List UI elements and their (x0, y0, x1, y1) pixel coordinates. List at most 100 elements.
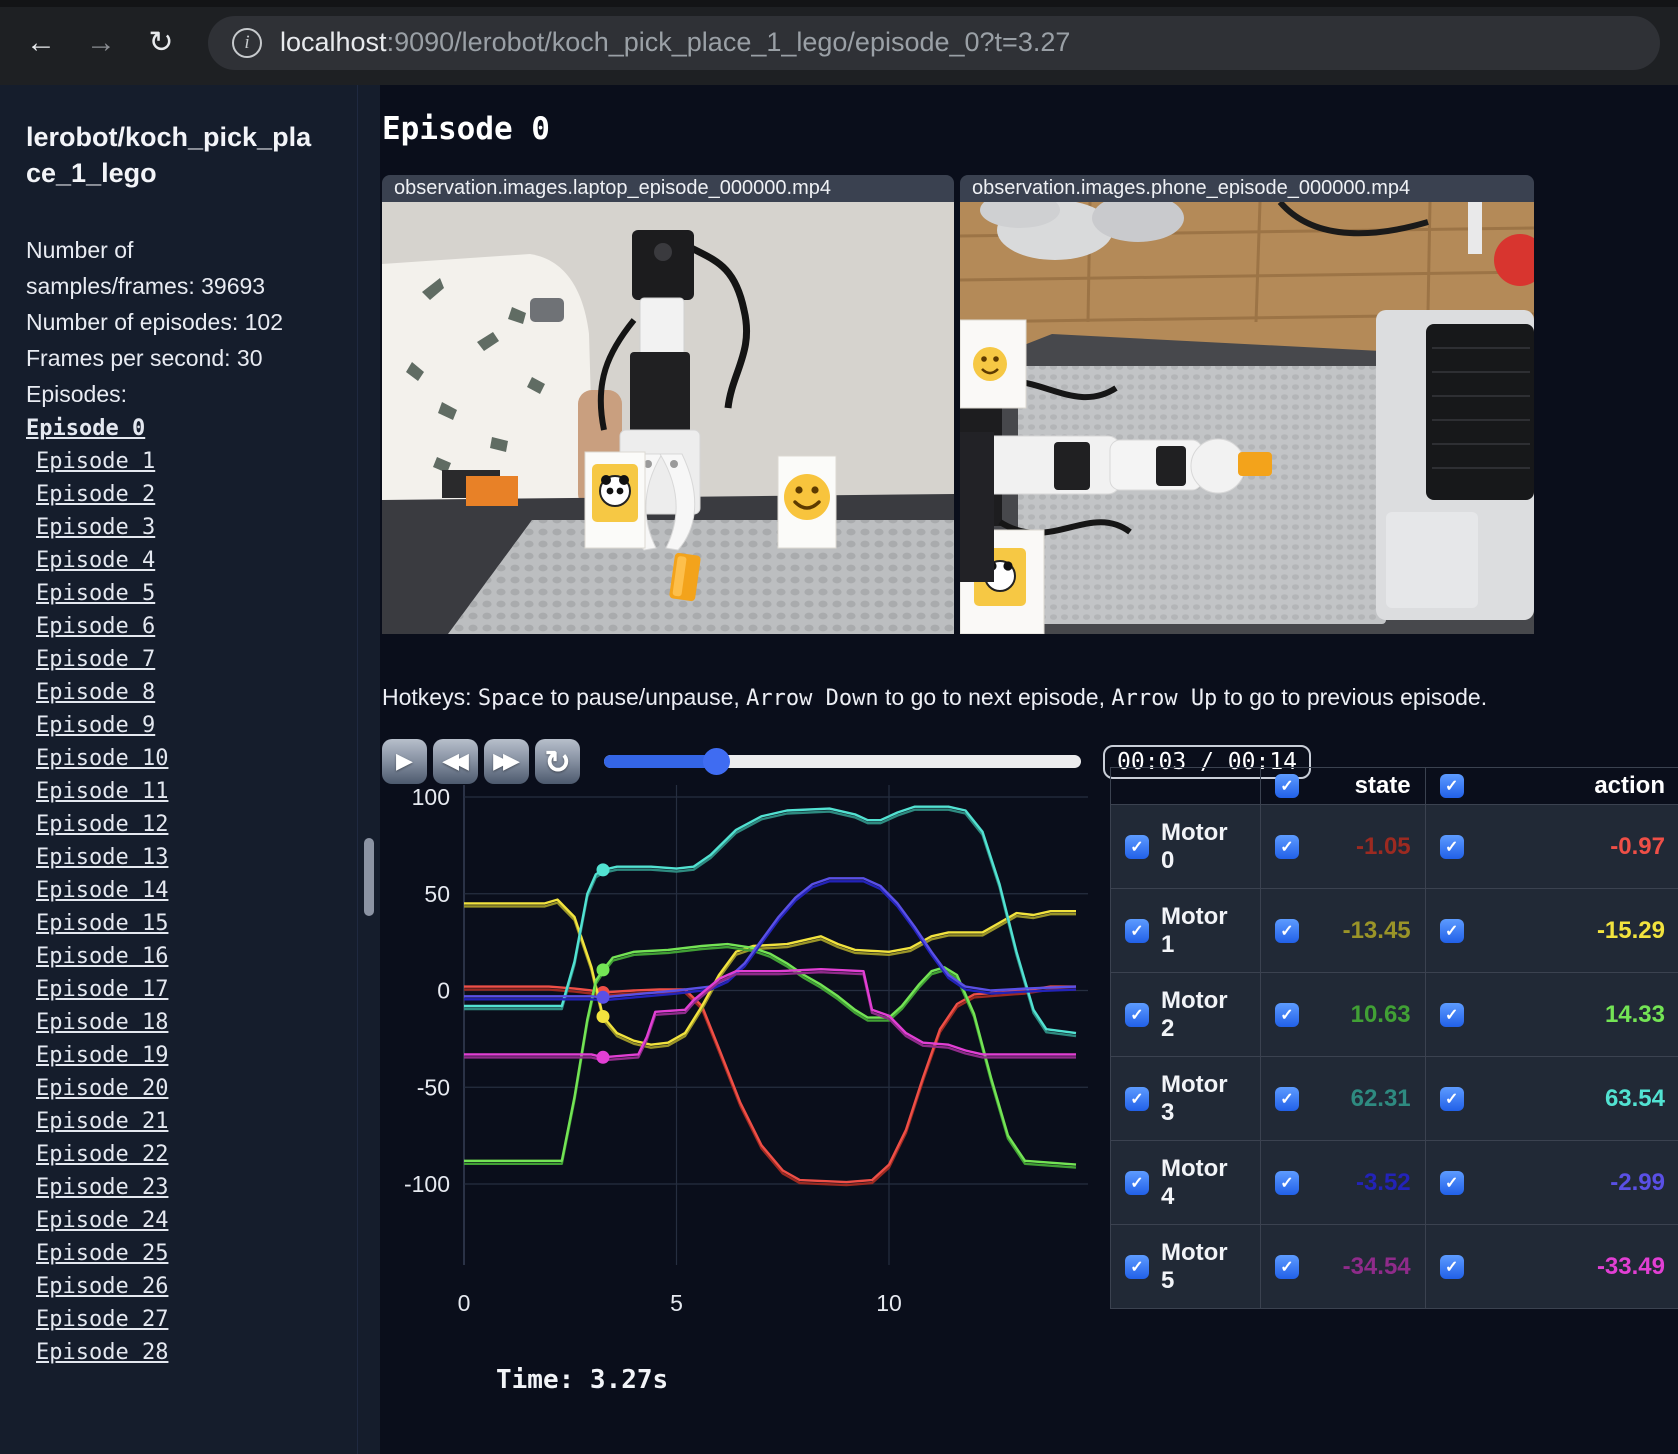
sidebar-item-episode-3[interactable]: Episode 3 (36, 511, 380, 544)
sidebar-item-episode-28[interactable]: Episode 28 (36, 1336, 380, 1369)
action-column-checkbox[interactable]: ✓ (1439, 774, 1464, 798)
sidebar-scrollbar-track[interactable] (357, 85, 380, 1454)
smiley-box-top (960, 319, 1027, 409)
motor-checkbox[interactable]: ✓ (1125, 834, 1149, 859)
state-column-checkbox[interactable]: ✓ (1274, 774, 1299, 798)
sidebar-item-episode-24[interactable]: Episode 24 (36, 1204, 380, 1237)
sidebar-item-episode-16[interactable]: Episode 16 (36, 940, 380, 973)
site-info-icon[interactable]: i (232, 27, 262, 58)
browser-toolbar: ← → ↻ i localhost:9090/lerobot/koch_pick… (0, 0, 1678, 85)
motor-state-value: 62.31 (1350, 1084, 1411, 1112)
play-button[interactable]: ▶ (382, 739, 427, 784)
sidebar-item-episode-22[interactable]: Episode 22 (36, 1138, 380, 1171)
stat-line: Number of (26, 236, 134, 263)
sidebar-item-episode-2[interactable]: Episode 2 (36, 478, 380, 511)
current-time-marker-motor-3 (596, 863, 610, 877)
episode-list: Episode 0 Episode 1 Episode 2 Episode 3 Epis… (26, 412, 380, 1369)
sidebar-item-episode-11[interactable]: Episode 11 (36, 775, 380, 808)
motor-action-value: -2.99 (1610, 1168, 1665, 1196)
motor-checkbox[interactable]: ✓ (1125, 1170, 1149, 1195)
sidebar-item-episode-5[interactable]: Episode 5 (36, 577, 380, 610)
current-time-marker-motor-1 (596, 1010, 610, 1023)
motor-label: Motor 3 (1161, 1070, 1228, 1126)
motor-state-checkbox[interactable]: ✓ (1274, 1002, 1299, 1027)
motor-checkbox[interactable]: ✓ (1125, 1002, 1149, 1027)
sidebar-item-episode-7[interactable]: Episode 7 (36, 643, 380, 676)
video-frame-phone (960, 202, 1534, 634)
motor-action-value: 63.54 (1604, 1084, 1665, 1112)
seek-slider[interactable] (604, 748, 1081, 775)
action-column-label: action (1594, 772, 1665, 799)
motor-state-checkbox[interactable]: ✓ (1274, 1086, 1299, 1111)
url-path: :9090/lerobot/koch_pick_place_1_lego/epi… (386, 27, 1071, 57)
back-icon[interactable]: ← (18, 20, 64, 66)
current-time-marker-motor-2 (596, 963, 610, 977)
motor-action-checkbox[interactable]: ✓ (1439, 1254, 1464, 1279)
smiley-box (777, 455, 837, 549)
motor-state-checkbox[interactable]: ✓ (1274, 1170, 1299, 1195)
chart-line-motor-4-action (464, 877, 1077, 999)
motor-state-checkbox[interactable]: ✓ (1274, 1254, 1299, 1279)
motor-state-value: 10.63 (1350, 1000, 1411, 1028)
seek-thumb[interactable] (703, 748, 731, 775)
sidebar-item-episode-4[interactable]: Episode 4 (36, 544, 380, 577)
reload-icon[interactable]: ↻ (138, 20, 184, 66)
video-label-laptop: observation.images.laptop_episode_000000… (382, 175, 954, 202)
sidebar-item-episode-12[interactable]: Episode 12 (36, 808, 380, 841)
chart-line-motor-5-state (464, 970, 1076, 1062)
motor-action-checkbox[interactable]: ✓ (1439, 834, 1464, 859)
motor-checkbox[interactable]: ✓ (1125, 1086, 1149, 1111)
stat-line: samples/frames: 39693 (26, 272, 266, 299)
motor-action-checkbox[interactable]: ✓ (1439, 918, 1464, 943)
forward-icon[interactable]: → (78, 20, 124, 66)
y-tick-label: 0 (437, 978, 450, 1004)
sidebar-item-episode-1[interactable]: Episode 1 (36, 445, 380, 478)
motor-state-checkbox[interactable]: ✓ (1274, 918, 1299, 943)
motor-row: ✓ Motor 0 ✓ -1.05 ✓ -0.97 (1110, 804, 1678, 889)
sidebar-item-episode-18[interactable]: Episode 18 (36, 1006, 380, 1039)
motor-checkbox[interactable]: ✓ (1125, 1254, 1149, 1279)
state-column-label: state (1354, 772, 1411, 799)
fast-forward-icon: ▶▶ (493, 749, 520, 774)
chart-line-motor-3-state (464, 808, 1077, 1038)
address-bar[interactable]: i localhost:9090/lerobot/koch_pick_place… (208, 15, 1660, 70)
dataset-title: lerobot/koch_pick_place_1_lego (26, 122, 312, 188)
motor-checkbox[interactable]: ✓ (1125, 918, 1149, 943)
sidebar-item-episode-23[interactable]: Episode 23 (36, 1171, 380, 1204)
sidebar-item-episode-15[interactable]: Episode 15 (36, 907, 380, 940)
rewind-button[interactable]: ◀◀ (433, 739, 478, 784)
lerobot-visualizer-window: ← → ↻ i localhost:9090/lerobot/koch_pick… (0, 0, 1678, 1454)
sidebar-item-episode-27[interactable]: Episode 27 (36, 1303, 380, 1336)
sidebar-scrollbar-thumb[interactable] (364, 838, 374, 916)
motor-action-value: -33.49 (1596, 1252, 1665, 1280)
motor-table: ✓ state ✓ action ✓ Motor 0 ✓ -1.05 ✓ -0.97 ✓ Moto… (1110, 767, 1678, 1309)
y-tick-label: 100 (412, 784, 450, 810)
sidebar-item-episode-8[interactable]: Episode 8 (36, 676, 380, 709)
sidebar-item-episode-0[interactable]: Episode 0 (26, 412, 380, 445)
sidebar-item-episode-6[interactable]: Episode 6 (36, 610, 380, 643)
sidebar-item-episode-25[interactable]: Episode 25 (36, 1237, 380, 1270)
sidebar-item-episode-9[interactable]: Episode 9 (36, 709, 380, 742)
fast-forward-button[interactable]: ▶▶ (484, 739, 529, 784)
laptop (1376, 310, 1534, 620)
motor-action-checkbox[interactable]: ✓ (1439, 1002, 1464, 1027)
motor-action-checkbox[interactable]: ✓ (1439, 1170, 1464, 1195)
motor-row: ✓ Motor 4 ✓ -3.52 ✓ -2.99 (1110, 1140, 1678, 1225)
y-tick-label: -100 (404, 1171, 450, 1197)
motor-row: ✓ Motor 3 ✓ 62.31 ✓ 63.54 (1110, 1056, 1678, 1141)
sidebar-item-episode-21[interactable]: Episode 21 (36, 1105, 380, 1138)
loop-button[interactable]: ↻ (535, 739, 580, 784)
sidebar-item-episode-14[interactable]: Episode 14 (36, 874, 380, 907)
main-content: Episode 0 observation.images.laptop_epis… (380, 85, 1678, 1454)
motor-state-checkbox[interactable]: ✓ (1274, 834, 1299, 859)
sidebar-item-episode-26[interactable]: Episode 26 (36, 1270, 380, 1303)
sidebar-item-episode-20[interactable]: Episode 20 (36, 1072, 380, 1105)
sidebar-item-episode-10[interactable]: Episode 10 (36, 742, 380, 775)
sidebar-item-episode-17[interactable]: Episode 17 (36, 973, 380, 1006)
motor-chart[interactable]: 0 5 10 100 50 0 -50 -100 (382, 779, 1092, 1334)
motor-state-value: -3.52 (1355, 1168, 1411, 1196)
sidebar-item-episode-13[interactable]: Episode 13 (36, 841, 380, 874)
motor-action-checkbox[interactable]: ✓ (1439, 1086, 1464, 1111)
sidebar-item-episode-19[interactable]: Episode 19 (36, 1039, 380, 1072)
video-label-phone: observation.images.phone_episode_000000.… (960, 175, 1534, 202)
